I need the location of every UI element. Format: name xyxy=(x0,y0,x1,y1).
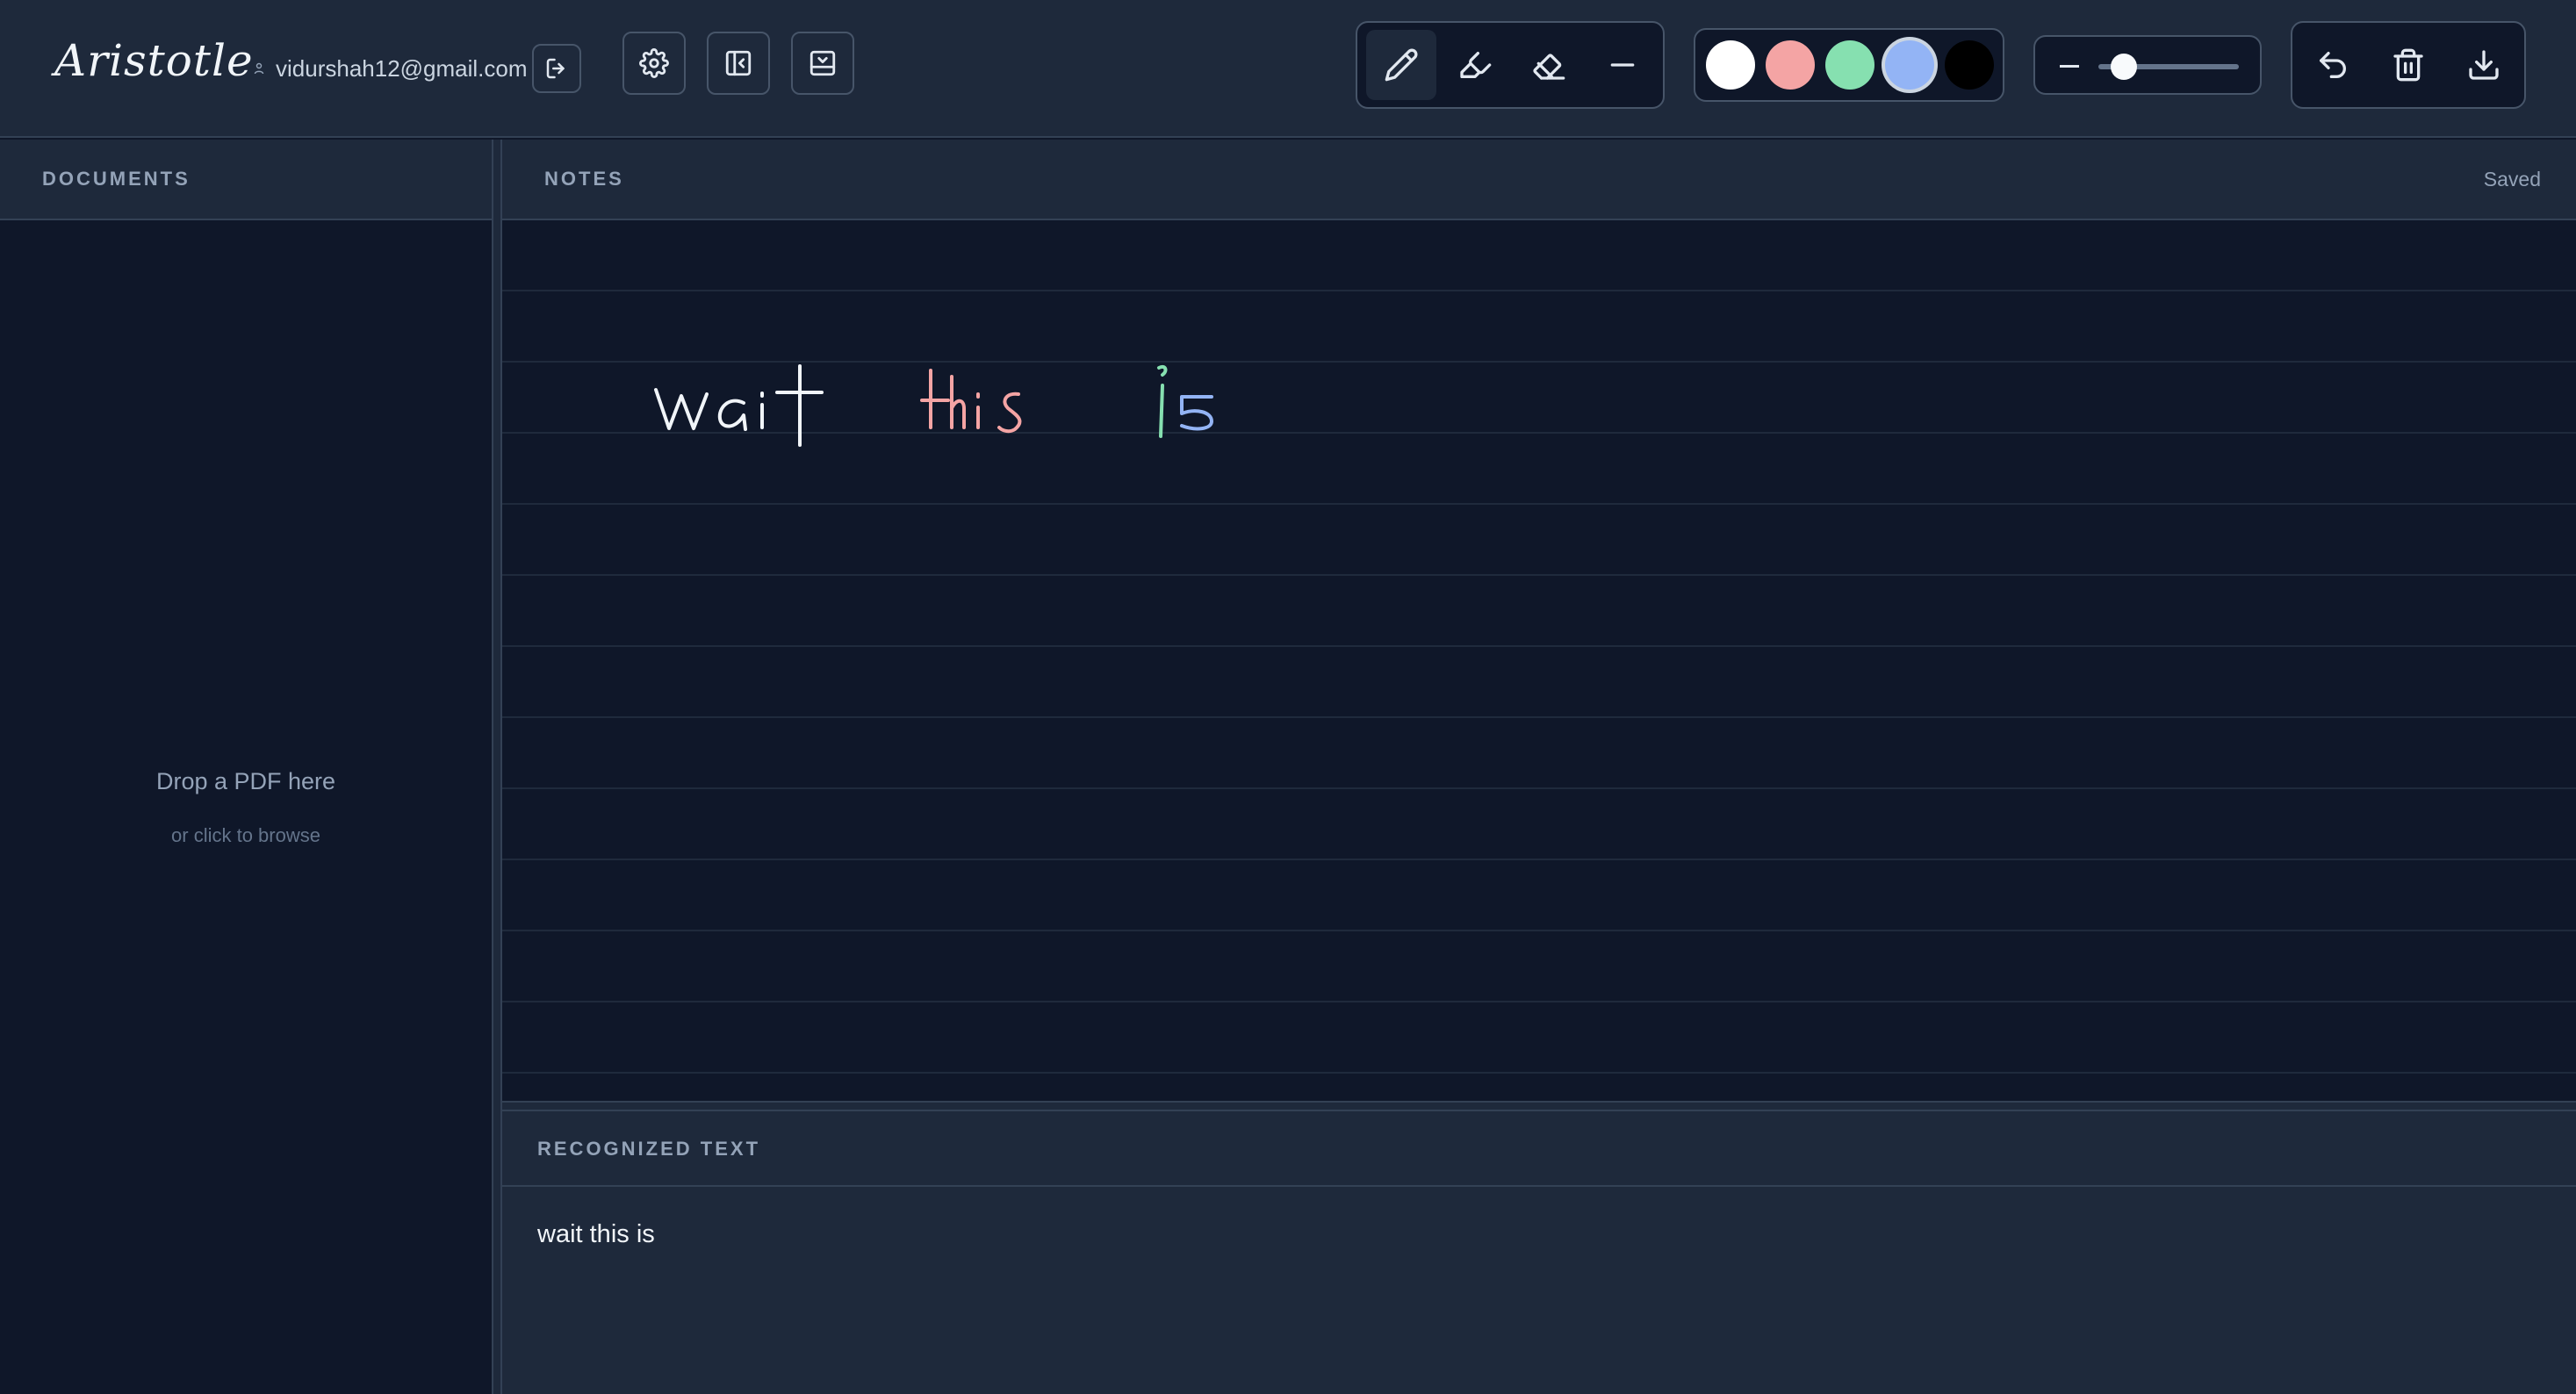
recognized-text-title: RECOGNIZED TEXT xyxy=(537,1138,761,1160)
drop-zone-main-text: Drop a PDF here xyxy=(155,768,336,794)
line-tool[interactable] xyxy=(1587,30,1658,100)
trash-icon xyxy=(2393,48,2423,82)
stroke-width-group xyxy=(2033,35,2262,95)
settings-icon xyxy=(639,48,669,78)
pen-tool[interactable] xyxy=(1366,30,1436,100)
eraser-tool[interactable] xyxy=(1514,30,1584,100)
highlighter-tool[interactable] xyxy=(1440,30,1510,100)
tool-group xyxy=(1356,21,1665,109)
color-swatch-white[interactable] xyxy=(1706,40,1755,90)
highlighter-icon xyxy=(1460,52,1492,79)
clear-button[interactable] xyxy=(2373,30,2443,100)
drop-zone-sub-text: or click to browse xyxy=(171,824,320,846)
undo-button[interactable] xyxy=(2298,30,2368,100)
download-button[interactable] xyxy=(2449,30,2519,100)
notes-canvas[interactable] xyxy=(502,220,2576,1101)
logout-icon xyxy=(546,58,565,79)
documents-title: DOCUMENTS xyxy=(42,168,191,190)
recognized-panel-resize-handle[interactable] xyxy=(502,1101,2576,1111)
action-group xyxy=(2291,21,2526,109)
recognized-text-panel: RECOGNIZED TEXT wait this is xyxy=(502,1111,2576,1394)
pdf-drop-zone[interactable]: Drop a PDF here or click to browse xyxy=(0,220,492,1394)
recognized-text-content: wait this is xyxy=(537,1220,655,1248)
ink-word-wait xyxy=(654,364,824,447)
toggle-recognized-panel-button[interactable] xyxy=(791,32,854,95)
documents-header: DOCUMENTS xyxy=(0,140,492,220)
pen-icon xyxy=(1385,48,1418,82)
eraser-icon xyxy=(1533,54,1565,80)
settings-button[interactable] xyxy=(622,32,686,95)
color-group xyxy=(1694,28,2004,102)
user-info: vidurshah12@gmail.com xyxy=(253,53,528,84)
recognized-text-header: RECOGNIZED TEXT xyxy=(502,1111,2576,1187)
color-swatch-black[interactable] xyxy=(1945,40,1994,90)
ink-layer xyxy=(654,364,1213,447)
sidebar-resize-handle[interactable] xyxy=(492,140,502,1394)
logout-button[interactable] xyxy=(532,44,581,93)
toggle-sidebar-icon xyxy=(725,50,752,76)
stroke-width-thumb[interactable] xyxy=(2110,54,2137,80)
line-icon xyxy=(1610,63,1635,67)
user-email: vidurshah12@gmail.com xyxy=(276,54,528,82)
download-icon xyxy=(2469,50,2499,80)
save-status: Saved xyxy=(2483,168,2541,190)
documents-sidebar: DOCUMENTS Drop a PDF here or click to br… xyxy=(0,140,492,1394)
app-logo: Aristotle xyxy=(54,35,254,86)
toggle-sidebar-button[interactable] xyxy=(707,32,770,95)
stroke-width-minus-icon xyxy=(2060,65,2079,68)
ink-word-this xyxy=(920,369,1022,434)
notes-title: NOTES xyxy=(544,168,624,190)
top-bar: Aristotle vidurshah12@gmail.com xyxy=(0,0,2576,138)
toggle-recognized-panel-icon xyxy=(809,50,836,76)
undo-icon xyxy=(2320,52,2346,79)
color-swatch-green[interactable] xyxy=(1825,40,1874,90)
notes-header: NOTES Saved xyxy=(502,140,2576,220)
color-swatch-pink[interactable] xyxy=(1766,40,1815,90)
user-icon xyxy=(254,62,264,75)
ink-word-is xyxy=(1157,365,1213,438)
color-swatch-blue[interactable] xyxy=(1885,40,1934,90)
